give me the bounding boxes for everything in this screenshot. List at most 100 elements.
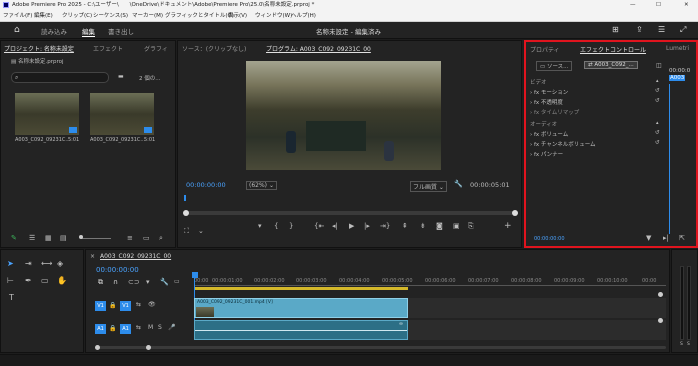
menu-marker[interactable]: マーカー(M) xyxy=(132,10,163,22)
scroll-handle-left[interactable] xyxy=(95,345,100,350)
nest-icon[interactable]: ⧉ xyxy=(98,278,103,287)
filter-icon[interactable]: ▼ xyxy=(646,234,651,242)
scroll-handle-right[interactable] xyxy=(512,210,518,216)
timeline-scroll-bar[interactable] xyxy=(95,345,666,350)
meter-solo-right[interactable]: S xyxy=(687,342,690,347)
captions-icon[interactable]: ▭ xyxy=(174,278,180,285)
mark-out-icon[interactable]: } xyxy=(289,222,293,230)
tab-import[interactable]: 読み込み xyxy=(41,26,67,36)
snap-icon[interactable]: ∩ xyxy=(113,278,118,286)
selection-tool-icon[interactable]: ➤ xyxy=(7,259,14,268)
playhead-bar[interactable] xyxy=(184,195,517,201)
type-tool-icon[interactable]: T xyxy=(9,293,14,302)
chevron-down-icon[interactable]: ⌄ xyxy=(198,227,204,235)
menu-window[interactable]: ウィンドウ(W) xyxy=(255,10,292,22)
marker-icon[interactable]: ▾ xyxy=(258,222,262,230)
lock-icon[interactable]: 🔒 xyxy=(109,302,116,309)
zoom-slider-handle[interactable] xyxy=(79,235,83,239)
icon-view-icon[interactable]: ▦ xyxy=(45,234,52,242)
slip-tool-icon[interactable]: ⊢ xyxy=(7,276,14,285)
list-view-icon[interactable]: ☰ xyxy=(29,234,35,242)
effect-motion[interactable]: › fx モーション xyxy=(530,88,568,96)
play-icon[interactable]: ▶ xyxy=(349,222,354,230)
menu-file[interactable]: ファイル(F) xyxy=(3,10,32,22)
tab-project[interactable]: プロジェクト: 名称未設定 xyxy=(4,44,74,53)
hand-tool-icon[interactable]: ✋ xyxy=(57,276,67,285)
minimize-button[interactable]: — xyxy=(630,0,636,10)
sync-lock-icon[interactable]: ⇆ xyxy=(136,301,141,308)
menu-edit[interactable]: 編集(E) xyxy=(34,10,53,22)
effect-panner[interactable]: › fx パンナー xyxy=(530,150,563,158)
collapse-icon[interactable]: ▴ xyxy=(656,78,659,84)
a1-source-patch[interactable]: A1 xyxy=(95,324,106,334)
playhead-handle[interactable] xyxy=(192,272,198,278)
new-bin-icon[interactable]: ▭ xyxy=(143,234,150,242)
toggle-timeline-icon[interactable]: ◫ xyxy=(656,62,662,69)
folder-icon[interactable]: ▬ xyxy=(118,73,124,80)
track-height-handle[interactable] xyxy=(658,318,663,323)
go-to-in-icon[interactable]: {⇤ xyxy=(314,222,324,230)
sequence-clip-button[interactable]: ⇄ A003_C092_... xyxy=(584,61,638,69)
freeform-view-icon[interactable]: ▤ xyxy=(60,234,67,242)
effect-time-remap[interactable]: › fx タイムリマップ xyxy=(530,108,579,116)
zoom-select[interactable]: (62%) ⌄ xyxy=(246,181,277,190)
zoom-scroll-bar[interactable] xyxy=(183,210,518,216)
safe-margins-icon[interactable]: ⛶ xyxy=(184,227,189,236)
quick-export-icon[interactable]: ⊞ xyxy=(612,25,619,34)
a1-track-target[interactable]: A1 xyxy=(120,324,131,334)
menu-help[interactable]: ヘルプ(H) xyxy=(291,10,316,22)
meter-solo-left[interactable]: S xyxy=(680,342,683,347)
tab-properties[interactable]: プロパティ xyxy=(530,45,560,54)
sync-lock-icon[interactable]: ⇆ xyxy=(136,324,141,331)
pen-tool-icon[interactable]: ✒ xyxy=(25,276,32,285)
razor-tool-icon[interactable]: ◈ xyxy=(57,259,63,268)
go-to-out-icon[interactable]: ⇥} xyxy=(380,222,390,230)
solo-icon[interactable]: S xyxy=(158,324,162,331)
effect-volume[interactable]: › fx ボリューム xyxy=(530,130,568,138)
tab-source[interactable]: ソース：(クリップなし) xyxy=(182,44,246,53)
wrench-icon[interactable]: 🔧 xyxy=(454,180,463,188)
program-timecode[interactable]: 00:00:00:00 xyxy=(186,181,226,189)
home-icon[interactable]: ⌂ xyxy=(14,25,20,35)
reset-volume-icon[interactable]: ↺ xyxy=(655,130,660,136)
timeline-timecode[interactable]: 00:00:00:00 xyxy=(96,266,139,274)
tab-edit[interactable]: 編集 xyxy=(82,26,95,37)
share-icon[interactable]: ⇪ xyxy=(636,25,643,34)
tab-lumetri[interactable]: Lumetri xyxy=(666,45,689,52)
settings-wrench-icon[interactable]: 🔧 xyxy=(160,278,169,286)
tab-export[interactable]: 書き出し xyxy=(108,26,134,36)
add-marker-icon[interactable]: ▾ xyxy=(146,278,150,286)
effect-opacity[interactable]: › fx 不透明度 xyxy=(530,98,563,106)
menu-graphics[interactable]: グラフィックとタイトル(G) xyxy=(165,10,234,22)
close-tab-icon[interactable]: × xyxy=(90,253,95,260)
menu-view[interactable]: 表示(V) xyxy=(228,10,247,22)
zoom-slider[interactable] xyxy=(81,238,111,239)
step-back-icon[interactable]: ◂| xyxy=(332,222,338,230)
a1-clip[interactable]: ∞ xyxy=(194,320,408,340)
menu-sequence[interactable]: シーケンス(S) xyxy=(93,10,128,22)
close-button[interactable]: ✕ xyxy=(684,0,689,10)
workspaces-icon[interactable]: ☰ xyxy=(658,25,665,34)
reset-motion-icon[interactable]: ↺ xyxy=(655,88,660,94)
fullscreen-icon[interactable]: ⤢ xyxy=(680,25,686,35)
pencil-icon[interactable]: ✎ xyxy=(11,234,17,242)
quality-select[interactable]: フル画質 ⌄ xyxy=(410,181,447,192)
microphone-icon[interactable]: 🎤 xyxy=(168,324,175,331)
tab-effects[interactable]: エフェクト xyxy=(93,44,123,53)
linked-select-icon[interactable]: ⊂⊃ xyxy=(128,278,140,286)
mute-icon[interactable]: M xyxy=(148,324,153,331)
search-icon[interactable]: ⌕ xyxy=(159,234,163,243)
export-frame-icon[interactable]: ◙ xyxy=(436,222,443,230)
scroll-handle-right[interactable] xyxy=(146,345,151,350)
comparison-view-icon[interactable]: ▣ xyxy=(453,222,460,230)
v1-track-target[interactable]: V1 xyxy=(120,301,131,311)
extract-icon[interactable]: ⇟ xyxy=(420,222,426,230)
effect-controls-timecode[interactable]: 00:00:00:00 xyxy=(534,236,565,242)
ripple-edit-icon[interactable]: ⟷ xyxy=(41,259,52,268)
clip-thumbnail-1[interactable] xyxy=(15,93,79,135)
effect-channel-volume[interactable]: › fx チャンネルボリューム xyxy=(530,140,596,148)
tab-program[interactable]: プログラム: A003_C092_09231C_00 xyxy=(266,44,371,53)
lock-icon[interactable]: 🔒 xyxy=(109,325,116,332)
clip-thumbnail-2[interactable] xyxy=(90,93,154,135)
reset-opacity-icon[interactable]: ↺ xyxy=(655,98,660,104)
